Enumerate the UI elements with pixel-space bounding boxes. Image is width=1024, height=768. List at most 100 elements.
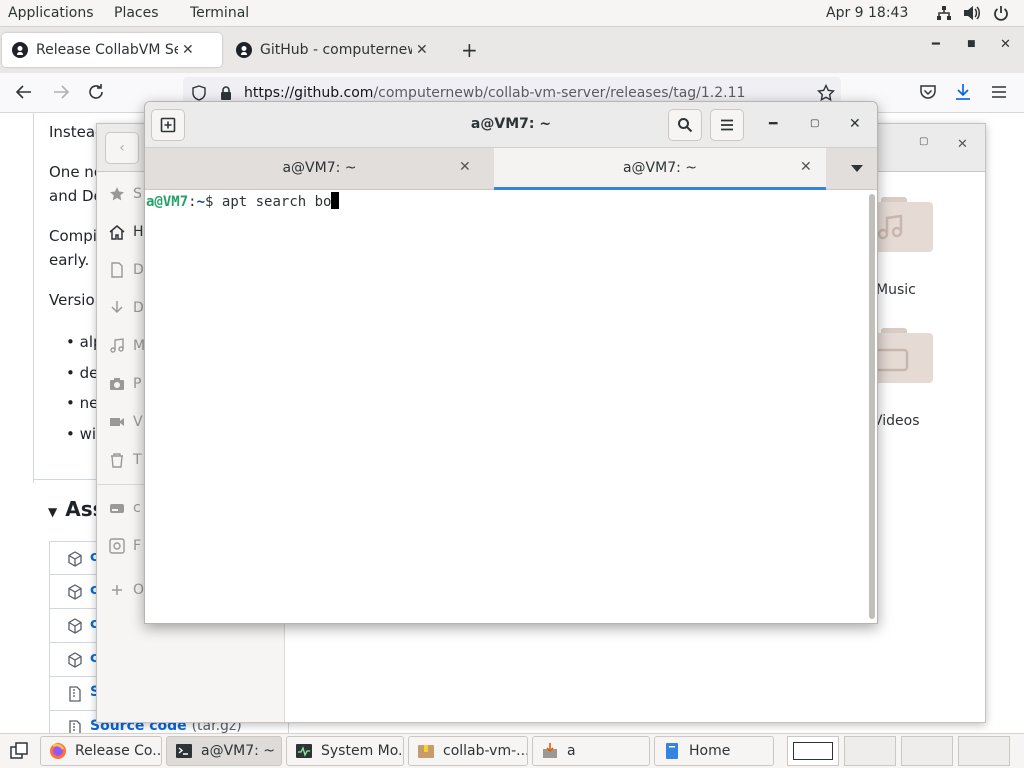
text-cursor xyxy=(331,192,340,209)
close-window-icon[interactable]: ✕ xyxy=(1000,37,1011,52)
terminal-title: a@VM7: ~ xyxy=(470,116,552,132)
drive-icon xyxy=(110,504,124,513)
pocket-icon[interactable] xyxy=(919,83,937,105)
terminal-headerbar: a@VM7: ~ ━ ▢ ✕ xyxy=(145,102,877,148)
file-zip-icon xyxy=(69,686,81,702)
browser-tab-release[interactable]: Release CollabVM Server ✕ xyxy=(2,33,222,67)
document-icon xyxy=(111,262,123,278)
taskbar-item-label: System Mo... xyxy=(321,743,404,759)
file-zip-icon xyxy=(69,720,81,733)
bullet-item: • wi xyxy=(66,425,97,443)
trash-icon xyxy=(111,453,123,468)
back-icon[interactable]: ‹ xyxy=(105,132,139,164)
sidebar-item-documents[interactable]: D xyxy=(109,262,144,278)
taskbar-item-files[interactable]: Home xyxy=(654,736,774,766)
clock[interactable]: Apr 9 18:43 xyxy=(826,5,908,21)
workspace-1[interactable] xyxy=(787,736,839,766)
package-icon xyxy=(68,618,82,634)
power-icon[interactable] xyxy=(993,5,1009,25)
maximize-icon[interactable]: ■ xyxy=(967,39,976,49)
taskbar-item-firefox[interactable]: Release Co... xyxy=(40,736,162,766)
browser-tab-github[interactable]: GitHub - computernewb/c ✕ xyxy=(226,33,452,67)
terminal-tab-2[interactable]: a@VM7: ~ ✕ xyxy=(494,148,826,190)
hamburger-menu-icon[interactable] xyxy=(990,83,1008,105)
home-icon xyxy=(109,225,125,240)
taskbar-item-label: collab-vm-... xyxy=(443,743,528,759)
new-tab-icon[interactable]: + xyxy=(461,38,478,62)
star-icon xyxy=(110,187,124,201)
network-icon[interactable] xyxy=(936,5,952,25)
prompt-separator: : xyxy=(188,194,197,210)
taskbar-item-archive[interactable]: collab-vm-... xyxy=(408,736,528,766)
github-icon xyxy=(236,42,252,58)
package-icon xyxy=(68,551,82,567)
taskbar-item-label: a xyxy=(567,743,576,759)
search-icon xyxy=(678,118,693,133)
show-desktop-icon[interactable] xyxy=(10,742,28,764)
terminal-tab-label: a@VM7: ~ xyxy=(622,160,698,176)
browser-tab-title: Release CollabVM Server xyxy=(36,42,178,58)
close-tab-icon[interactable]: ✕ xyxy=(416,42,428,58)
workspace-2[interactable] xyxy=(844,736,896,766)
menu-button[interactable] xyxy=(710,109,744,141)
minimize-icon[interactable]: ━ xyxy=(932,37,940,52)
workspace-4[interactable] xyxy=(958,736,1010,766)
music-folder-icon xyxy=(873,202,933,252)
browser-tab-bar: Release CollabVM Server ✕ GitHub - compu… xyxy=(0,27,1024,73)
disk-icon xyxy=(109,538,125,554)
release-text-line: Compi xyxy=(49,227,97,245)
taskbar-item-installer[interactable]: a xyxy=(532,736,650,766)
prompt-suffix: $ xyxy=(205,194,222,210)
terminal-line: a@VM7:~$ apt search bo xyxy=(146,192,340,210)
back-icon[interactable] xyxy=(15,83,33,105)
system-monitor-icon xyxy=(296,744,312,758)
terminal-tab-1[interactable]: a@VM7: ~ ✕ xyxy=(145,148,494,190)
prompt-path: ~ xyxy=(196,194,206,210)
videos-folder-icon xyxy=(873,333,933,383)
close-tab-icon[interactable]: ✕ xyxy=(459,159,471,175)
command-text: apt search bo xyxy=(221,194,332,210)
taskbar-item-terminal[interactable]: a@VM7: ~ xyxy=(166,736,282,766)
taskbar-item-label: Home xyxy=(689,743,731,759)
release-text-line: One no xyxy=(49,163,103,181)
sidebar-item-downloads[interactable]: D xyxy=(109,300,144,316)
sidebar-item-home[interactable]: H xyxy=(109,224,144,240)
maximize-icon[interactable]: ▢ xyxy=(919,136,928,147)
close-tab-icon[interactable]: ✕ xyxy=(800,159,812,175)
volume-icon[interactable] xyxy=(963,5,981,25)
sidebar-item-other-locations[interactable]: O xyxy=(109,582,144,598)
close-window-icon[interactable]: ✕ xyxy=(849,116,861,132)
close-window-icon[interactable]: ✕ xyxy=(957,137,968,152)
terminal-menu[interactable]: Terminal xyxy=(190,5,249,21)
sidebar-item-music[interactable]: M xyxy=(109,338,145,354)
sidebar-item-filesystem[interactable]: F xyxy=(109,538,141,554)
taskbar-item-label: a@VM7: ~ xyxy=(201,743,276,759)
close-tab-icon[interactable]: ✕ xyxy=(182,42,194,58)
minimize-icon[interactable]: ━ xyxy=(769,116,777,132)
folder-label: Videos xyxy=(873,413,920,429)
maximize-icon[interactable]: ▢ xyxy=(810,118,819,129)
sidebar-item-pictures[interactable]: P xyxy=(109,376,141,392)
search-button[interactable] xyxy=(668,109,702,141)
download-icon xyxy=(111,301,123,314)
tabs-dropdown-icon[interactable] xyxy=(851,165,863,172)
places-menu[interactable]: Places xyxy=(114,5,159,21)
workspace-3[interactable] xyxy=(901,736,953,766)
terminal-scrollbar[interactable] xyxy=(869,194,875,619)
sidebar-item-drive[interactable]: c xyxy=(109,500,141,516)
top-panel: Applications Places Terminal Apr 9 18:43 xyxy=(0,0,1024,27)
package-icon xyxy=(68,652,82,668)
sidebar-item-starred[interactable]: S xyxy=(109,186,142,202)
sidebar-item-trash[interactable]: T xyxy=(109,452,142,468)
terminal-content[interactable]: a@VM7:~$ apt search bo xyxy=(145,190,877,623)
sidebar-item-videos[interactable]: V xyxy=(109,414,143,430)
terminal-window: a@VM7: ~ ━ ▢ ✕ a@VM7: ~ ✕ a@VM7: ~ ✕ a@V… xyxy=(144,101,878,624)
prompt-user: a@VM7 xyxy=(146,194,189,210)
camera-icon xyxy=(110,378,124,390)
forward-icon[interactable] xyxy=(52,83,70,105)
downloads-icon[interactable] xyxy=(954,83,972,105)
terminal-icon xyxy=(176,744,192,758)
reload-icon[interactable] xyxy=(87,83,105,105)
applications-menu[interactable]: Applications xyxy=(8,5,94,21)
taskbar-item-system-monitor[interactable]: System Mo... xyxy=(286,736,404,766)
